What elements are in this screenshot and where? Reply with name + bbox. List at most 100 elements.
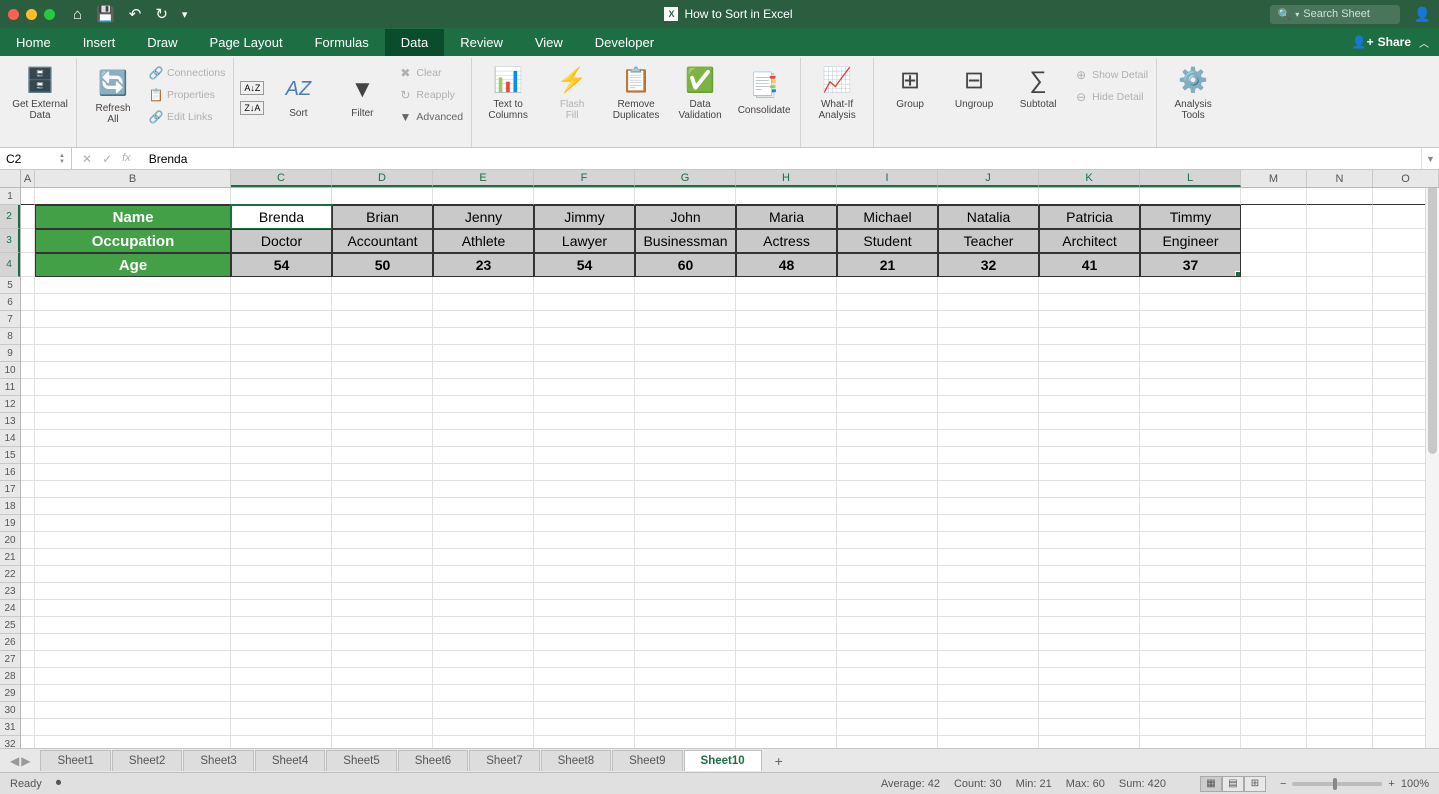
cell-L11[interactable] (1140, 379, 1241, 396)
cell-D16[interactable] (332, 464, 433, 481)
cell-M30[interactable] (1241, 702, 1307, 719)
cell-M15[interactable] (1241, 447, 1307, 464)
cell-C7[interactable] (231, 311, 332, 328)
cell-H15[interactable] (736, 447, 837, 464)
cell-G17[interactable] (635, 481, 736, 498)
cell-A13[interactable] (21, 413, 35, 430)
cell-J27[interactable] (938, 651, 1039, 668)
cell-G19[interactable] (635, 515, 736, 532)
cell-E5[interactable] (433, 277, 534, 294)
column-header-C[interactable]: C (231, 170, 332, 187)
cell-D6[interactable] (332, 294, 433, 311)
column-header-A[interactable]: A (21, 170, 35, 187)
cell-C15[interactable] (231, 447, 332, 464)
row-header-12[interactable]: 12 (0, 396, 20, 413)
column-header-M[interactable]: M (1241, 170, 1307, 187)
cell-I15[interactable] (837, 447, 938, 464)
cell-G31[interactable] (635, 719, 736, 736)
row-header-7[interactable]: 7 (0, 311, 20, 328)
cell-F11[interactable] (534, 379, 635, 396)
cell-E11[interactable] (433, 379, 534, 396)
cell-F10[interactable] (534, 362, 635, 379)
cell-K7[interactable] (1039, 311, 1140, 328)
cell-N8[interactable] (1307, 328, 1373, 345)
cell-B7[interactable] (35, 311, 231, 328)
cell-H26[interactable] (736, 634, 837, 651)
cell-N26[interactable] (1307, 634, 1373, 651)
cell-C21[interactable] (231, 549, 332, 566)
cell-H4[interactable]: 48 (736, 253, 837, 277)
cell-G6[interactable] (635, 294, 736, 311)
sort-az-icon[interactable]: A↓Z (240, 81, 264, 95)
cell-C12[interactable] (231, 396, 332, 413)
cell-K3[interactable]: Architect (1039, 229, 1140, 253)
cell-C20[interactable] (231, 532, 332, 549)
cell-C9[interactable] (231, 345, 332, 362)
cell-H14[interactable] (736, 430, 837, 447)
cell-K23[interactable] (1039, 583, 1140, 600)
cell-J6[interactable] (938, 294, 1039, 311)
cell-F5[interactable] (534, 277, 635, 294)
cell-H24[interactable] (736, 600, 837, 617)
cell-D2[interactable]: Brian (332, 205, 433, 229)
cell-H12[interactable] (736, 396, 837, 413)
cell-E28[interactable] (433, 668, 534, 685)
cell-K10[interactable] (1039, 362, 1140, 379)
cell-B18[interactable] (35, 498, 231, 515)
cell-L5[interactable] (1140, 277, 1241, 294)
cell-K6[interactable] (1039, 294, 1140, 311)
cell-H30[interactable] (736, 702, 837, 719)
cell-H5[interactable] (736, 277, 837, 294)
cell-E12[interactable] (433, 396, 534, 413)
cell-H21[interactable] (736, 549, 837, 566)
cell-L9[interactable] (1140, 345, 1241, 362)
row-header-21[interactable]: 21 (0, 549, 20, 566)
cell-I16[interactable] (837, 464, 938, 481)
cell-A11[interactable] (21, 379, 35, 396)
cell-M23[interactable] (1241, 583, 1307, 600)
tab-prev-icon[interactable]: ◀ (10, 754, 19, 768)
cell-N16[interactable] (1307, 464, 1373, 481)
cell-I28[interactable] (837, 668, 938, 685)
cell-K9[interactable] (1039, 345, 1140, 362)
cell-J18[interactable] (938, 498, 1039, 515)
cell-B14[interactable] (35, 430, 231, 447)
cell-D10[interactable] (332, 362, 433, 379)
cell-K29[interactable] (1039, 685, 1140, 702)
column-header-L[interactable]: L (1140, 170, 1241, 187)
cell-H10[interactable] (736, 362, 837, 379)
text-to-columns-button[interactable]: 📊Text to Columns (478, 60, 538, 121)
cell-N21[interactable] (1307, 549, 1373, 566)
cell-D4[interactable]: 50 (332, 253, 433, 277)
cell-M17[interactable] (1241, 481, 1307, 498)
cell-L23[interactable] (1140, 583, 1241, 600)
cell-D31[interactable] (332, 719, 433, 736)
cell-C23[interactable] (231, 583, 332, 600)
cell-K12[interactable] (1039, 396, 1140, 413)
menu-tab-review[interactable]: Review (444, 29, 519, 56)
cell-B9[interactable] (35, 345, 231, 362)
cell-F31[interactable] (534, 719, 635, 736)
cell-G4[interactable]: 60 (635, 253, 736, 277)
cell-D1[interactable] (332, 188, 433, 205)
cell-H32[interactable] (736, 736, 837, 748)
cell-E14[interactable] (433, 430, 534, 447)
cell-L21[interactable] (1140, 549, 1241, 566)
cell-E7[interactable] (433, 311, 534, 328)
cell-K17[interactable] (1039, 481, 1140, 498)
cell-F21[interactable] (534, 549, 635, 566)
cell-E17[interactable] (433, 481, 534, 498)
cell-D23[interactable] (332, 583, 433, 600)
cell-K13[interactable] (1039, 413, 1140, 430)
cell-L19[interactable] (1140, 515, 1241, 532)
cell-L30[interactable] (1140, 702, 1241, 719)
cell-N7[interactable] (1307, 311, 1373, 328)
add-sheet-button[interactable]: + (763, 753, 795, 769)
page-break-view-icon[interactable]: ⊞ (1244, 776, 1266, 792)
cell-N9[interactable] (1307, 345, 1373, 362)
cell-H7[interactable] (736, 311, 837, 328)
cell-J25[interactable] (938, 617, 1039, 634)
cell-H8[interactable] (736, 328, 837, 345)
cell-K27[interactable] (1039, 651, 1140, 668)
cell-C19[interactable] (231, 515, 332, 532)
